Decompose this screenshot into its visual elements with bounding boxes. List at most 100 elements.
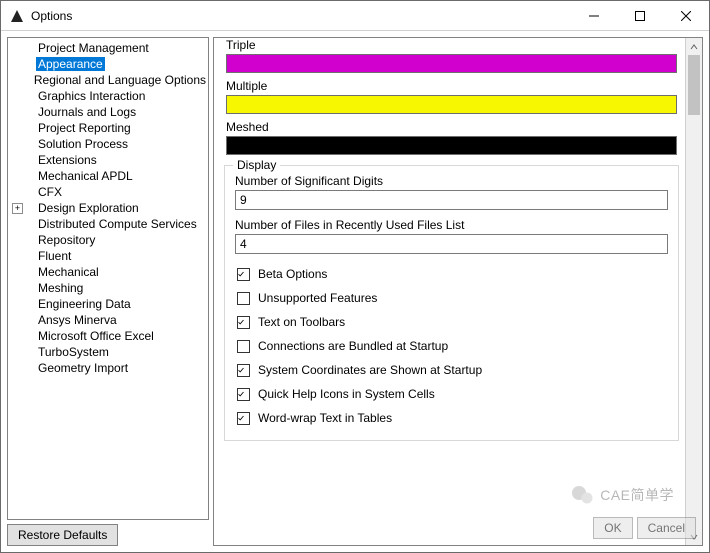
tree-line <box>26 40 36 56</box>
tree-item[interactable]: Fluent <box>8 248 208 264</box>
tree-item-label: Mechanical APDL <box>36 169 135 183</box>
tree-item-label: Project Management <box>36 41 151 55</box>
tree-item[interactable]: Geometry Import <box>8 360 208 376</box>
restore-defaults-button[interactable]: Restore Defaults <box>7 524 118 546</box>
color-swatch[interactable] <box>226 95 677 114</box>
tree-item[interactable]: Ansys Minerva <box>8 312 208 328</box>
maximize-button[interactable] <box>617 1 663 31</box>
tree-item[interactable]: TurboSystem <box>8 344 208 360</box>
tree-item-label: Extensions <box>36 153 99 167</box>
tree-item-label: Microsoft Office Excel <box>36 329 156 343</box>
maximize-icon <box>635 11 645 21</box>
tree-item[interactable]: Project Management <box>8 40 208 56</box>
tree-item-label: CFX <box>36 185 64 199</box>
colors-area: Triple Multiple Meshed <box>224 38 679 155</box>
checkbox[interactable] <box>237 412 250 425</box>
tree-item-label: Distributed Compute Services <box>36 217 199 231</box>
tree-item-label: Fluent <box>36 249 73 263</box>
tree-item[interactable]: CFX <box>8 184 208 200</box>
tree-item-label: Repository <box>36 233 97 247</box>
tree-item[interactable]: Graphics Interaction <box>8 88 208 104</box>
vertical-scrollbar[interactable] <box>685 38 702 545</box>
tree-line <box>26 184 36 200</box>
tree-item[interactable]: Regional and Language Options <box>8 72 208 88</box>
ok-button[interactable]: OK <box>593 517 632 539</box>
tree-line <box>26 280 36 296</box>
tree-item[interactable]: Mechanical APDL <box>8 168 208 184</box>
tree-item[interactable]: Repository <box>8 232 208 248</box>
checkbox-label: Text on Toolbars <box>258 315 345 329</box>
tree-item[interactable]: Distributed Compute Services <box>8 216 208 232</box>
tree-item[interactable]: Meshing <box>8 280 208 296</box>
checkbox-row: Unsupported Features <box>237 286 668 310</box>
tree-line <box>26 136 36 152</box>
tree-line <box>26 344 36 360</box>
display-group: Display Number of Significant Digits Num… <box>224 165 679 441</box>
check-icon <box>238 317 244 328</box>
minimize-icon <box>589 11 599 21</box>
recent-files-label: Number of Files in Recently Used Files L… <box>235 218 668 232</box>
recent-files-field: Number of Files in Recently Used Files L… <box>235 218 668 254</box>
checkbox-row: Quick Help Icons in System Cells <box>237 382 668 406</box>
tree-item[interactable]: Appearance <box>8 56 208 72</box>
tree-item[interactable]: Mechanical <box>8 264 208 280</box>
scroll-up-button[interactable] <box>686 38 702 55</box>
checkbox-row: System Coordinates are Shown at Startup <box>237 358 668 382</box>
restore-defaults-label: Restore Defaults <box>18 528 107 542</box>
checkbox[interactable] <box>237 268 250 281</box>
tree-line <box>26 328 36 344</box>
tree-line <box>26 168 36 184</box>
tree-item[interactable]: Journals and Logs <box>8 104 208 120</box>
checkbox[interactable] <box>237 292 250 305</box>
check-icon <box>238 413 244 424</box>
tree-line <box>26 88 36 104</box>
significant-digits-input[interactable] <box>235 190 668 210</box>
color-label: Triple <box>226 38 677 52</box>
tree-item-label: Meshing <box>36 281 85 295</box>
checkbox[interactable] <box>237 340 250 353</box>
checkbox[interactable] <box>237 364 250 377</box>
checkbox-label: Quick Help Icons in System Cells <box>258 387 435 401</box>
cancel-button[interactable]: Cancel <box>637 517 696 539</box>
checkbox[interactable] <box>237 388 250 401</box>
tree-item[interactable]: +Design Exploration <box>8 200 208 216</box>
tree-item-label: Solution Process <box>36 137 130 151</box>
category-pane: Project ManagementAppearanceRegional and… <box>7 37 209 546</box>
minimize-button[interactable] <box>571 1 617 31</box>
color-swatch[interactable] <box>226 136 677 155</box>
tree-item[interactable]: Engineering Data <box>8 296 208 312</box>
category-tree[interactable]: Project ManagementAppearanceRegional and… <box>7 37 209 520</box>
tree-line <box>26 264 36 280</box>
tree-item[interactable]: Solution Process <box>8 136 208 152</box>
app-icon <box>9 8 25 24</box>
color-row: Triple <box>226 38 677 73</box>
significant-digits-field: Number of Significant Digits <box>235 174 668 210</box>
tree-item-label: Regional and Language Options <box>32 73 208 87</box>
window-title: Options <box>31 9 72 23</box>
color-swatch[interactable] <box>226 54 677 73</box>
chevron-up-icon <box>690 43 698 51</box>
tree-item-label: Engineering Data <box>36 297 133 311</box>
checkbox[interactable] <box>237 316 250 329</box>
recent-files-input[interactable] <box>235 234 668 254</box>
close-button[interactable] <box>663 1 709 31</box>
color-label: Meshed <box>226 120 677 134</box>
tree-line <box>26 248 36 264</box>
tree-line <box>24 72 32 88</box>
checkbox-row: Text on Toolbars <box>237 310 668 334</box>
tree-item[interactable]: Extensions <box>8 152 208 168</box>
checkbox-label: Beta Options <box>258 267 327 281</box>
tree-item-label: Geometry Import <box>36 361 130 375</box>
expand-icon[interactable]: + <box>12 203 23 214</box>
checkbox-row: Connections are Bundled at Startup <box>237 334 668 358</box>
color-row: Multiple <box>226 79 677 114</box>
significant-digits-label: Number of Significant Digits <box>235 174 668 188</box>
tree-item[interactable]: Project Reporting <box>8 120 208 136</box>
tree-line <box>26 312 36 328</box>
scroll-track[interactable] <box>686 55 702 528</box>
checkbox-list: Beta Options Unsupported Features Text on … <box>235 262 668 430</box>
checkbox-label: Word-wrap Text in Tables <box>258 411 392 425</box>
scroll-thumb[interactable] <box>688 55 700 115</box>
tree-item[interactable]: Microsoft Office Excel <box>8 328 208 344</box>
check-icon <box>238 269 244 280</box>
